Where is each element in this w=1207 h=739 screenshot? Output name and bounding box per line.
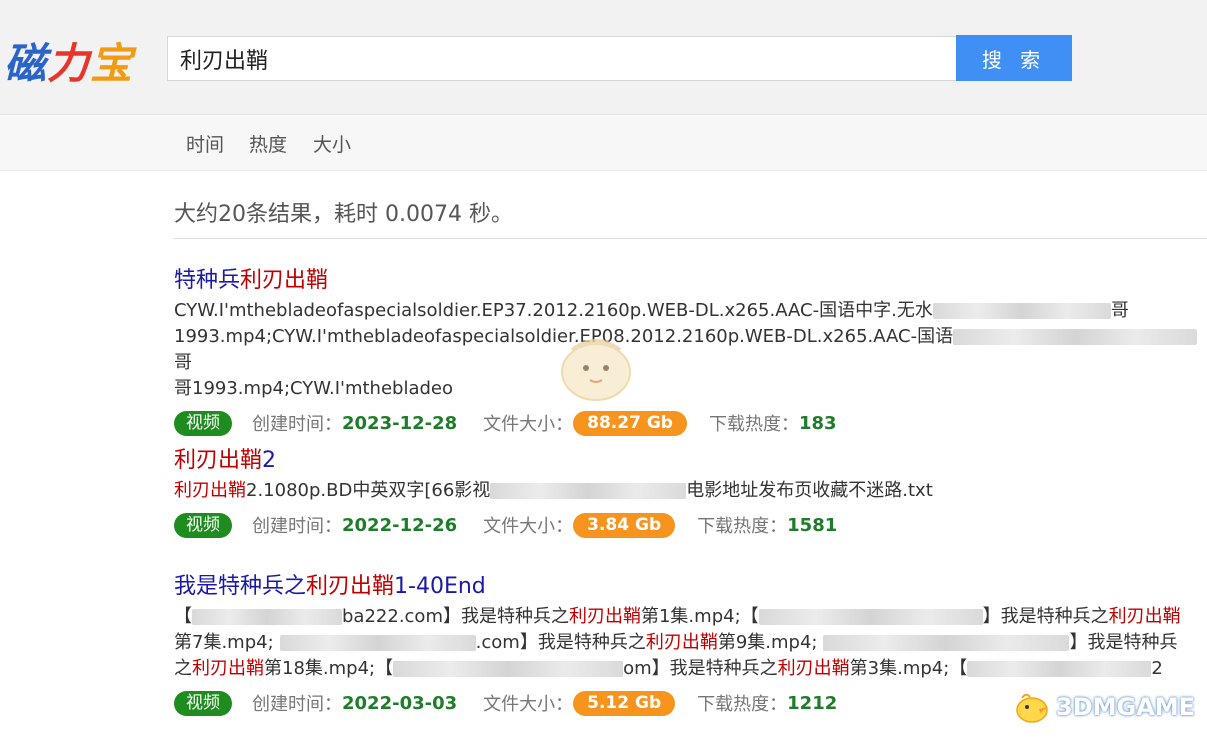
result-meta: 视频 创建时间： 2022-12-26 文件大小： 3.84 Gb 下载热度： 158… <box>174 512 1207 538</box>
desc-text: 【 <box>174 606 192 627</box>
size-label: 文件大小： <box>483 694 574 715</box>
heat-label: 下载热度： <box>708 414 799 435</box>
mascot-watermark-icon <box>561 339 631 401</box>
created-date: 2022-12-26 <box>342 514 458 536</box>
result-title-link[interactable]: 我是特种兵之利刃出鞘1-40End <box>174 568 1207 600</box>
heat-value: 1581 <box>787 514 838 536</box>
result-title-link[interactable]: 利刃出鞘2 <box>174 442 1207 474</box>
title-text: 我是特种兵之 <box>174 574 307 599</box>
heat-label: 下载热度： <box>697 516 788 537</box>
desc-text: 哥 <box>174 352 192 373</box>
sort-by-size[interactable]: 大小 <box>313 130 351 157</box>
desc-text: 】我是特种兵之 <box>982 606 1109 627</box>
result-description: CYW.I'mthebladeofaspecialsoldier.EP37.20… <box>174 298 1204 402</box>
title-text: 特种兵 <box>174 268 241 293</box>
created-date: 2023-12-28 <box>342 412 458 434</box>
title-highlight: 利刃出鞘 <box>306 574 395 599</box>
site-watermark: 3DMGAME <box>1012 690 1195 724</box>
search-button[interactable]: 搜 索 <box>956 35 1072 81</box>
logo-char-3: 宝 <box>90 38 134 88</box>
result-item: 利刃出鞘2 利刃出鞘2.1080p.BD中英双字[66影视 电影地址发布页收藏不迷… <box>174 442 1207 538</box>
sort-by-time[interactable]: 时间 <box>186 130 224 157</box>
blurred-text <box>823 635 1070 651</box>
blurred-text <box>758 609 983 625</box>
created-label: 创建时间： <box>252 516 342 537</box>
result-meta: 视频 创建时间： 2023-12-28 文件大小： 88.27 Gb 下载热度： 18… <box>174 410 1207 436</box>
desc-highlight: 利刃出鞘 <box>645 632 718 653</box>
desc-text: CYW.I'mthebladeofaspecialsoldier.EP37.20… <box>174 300 933 321</box>
heat-value: 183 <box>798 412 837 434</box>
title-highlight: 利刃出鞘 <box>240 268 329 293</box>
created-date: 2022-03-03 <box>342 692 458 714</box>
desc-highlight: 利刃出鞘 <box>777 658 850 679</box>
desc-text: 2.1080p.BD中英双字[66影视 <box>246 480 491 501</box>
desc-text: 】我是特种兵 <box>1069 632 1178 653</box>
desc-highlight: 利刃出鞘 <box>568 606 641 627</box>
title-text: 1-40End <box>394 574 486 599</box>
result-title-link[interactable]: 特种兵利刃出鞘 <box>174 262 1207 294</box>
desc-text: ba222.com】我是特种兵之 <box>342 606 569 627</box>
type-badge: 视频 <box>174 690 232 716</box>
size-badge: 88.27 Gb <box>573 410 687 436</box>
size-badge: 3.84 Gb <box>573 512 676 538</box>
result-description: 利刃出鞘2.1080p.BD中英双字[66影视 电影地址发布页收藏不迷路.txt <box>174 478 1204 504</box>
size-label: 文件大小： <box>483 414 574 435</box>
blurred-text <box>932 303 1111 319</box>
size-badge: 5.12 Gb <box>573 690 676 716</box>
type-badge: 视频 <box>174 512 232 538</box>
desc-text: 第18集.mp4;【 <box>264 658 394 679</box>
desc-text: om】我是特种兵之 <box>623 658 778 679</box>
desc-text: .com】我是特种兵之 <box>475 632 646 653</box>
site-logo[interactable]: 磁 力 宝 <box>4 34 133 88</box>
duck-mascot-icon <box>1016 693 1048 723</box>
search-input[interactable] <box>167 36 957 81</box>
logo-char-2: 力 <box>47 38 91 88</box>
desc-text: 第7集.mp4; <box>174 632 274 653</box>
desc-text: 第1集.mp4;【 <box>640 606 759 627</box>
logo-char-1: 磁 <box>4 38 48 88</box>
blurred-text <box>490 483 687 499</box>
desc-text: 第3集.mp4;【 <box>849 658 968 679</box>
blurred-text <box>953 329 1198 345</box>
result-summary: 大约20条结果，耗时 0.0074 秒。 <box>174 202 513 227</box>
result-item: 特种兵利刃出鞘 CYW.I'mthebladeofaspecialsoldier… <box>174 262 1207 436</box>
divider <box>173 238 1207 239</box>
created-label: 创建时间： <box>252 414 342 435</box>
watermark-text: 3DMGAME <box>1056 693 1196 721</box>
desc-highlight: 利刃出鞘 <box>1108 606 1181 627</box>
created-label: 创建时间： <box>252 694 342 715</box>
heat-label: 下载热度： <box>697 694 788 715</box>
sort-bar <box>0 116 1207 171</box>
result-description: 【ba222.com】我是特种兵之利刃出鞘第1集.mp4;【 】我是特种兵之利刃出… <box>174 604 1204 682</box>
title-highlight: 利刃出鞘 <box>174 448 263 473</box>
blurred-text <box>967 661 1152 677</box>
desc-text: 电影地址发布页收藏不迷路.txt <box>686 480 933 501</box>
desc-text: 哥1993.mp4;CYW.I'mthebladeo <box>174 378 454 399</box>
desc-highlight: 利刃出鞘 <box>174 480 246 501</box>
desc-text: 第9集.mp4; <box>717 632 818 653</box>
header: 磁 力 宝 搜 索 <box>0 0 1207 115</box>
blurred-text <box>192 609 342 625</box>
sort-by-heat[interactable]: 热度 <box>249 130 287 157</box>
blurred-text <box>393 661 624 677</box>
heat-value: 1212 <box>787 692 838 714</box>
title-text: 2 <box>262 448 277 473</box>
desc-text: 2 <box>1151 658 1163 679</box>
type-badge: 视频 <box>174 410 232 436</box>
size-label: 文件大小： <box>483 516 574 537</box>
desc-text: 之 <box>174 658 192 679</box>
blurred-text <box>279 635 476 651</box>
desc-highlight: 利刃出鞘 <box>192 658 264 679</box>
desc-text: 哥 <box>1110 300 1129 321</box>
